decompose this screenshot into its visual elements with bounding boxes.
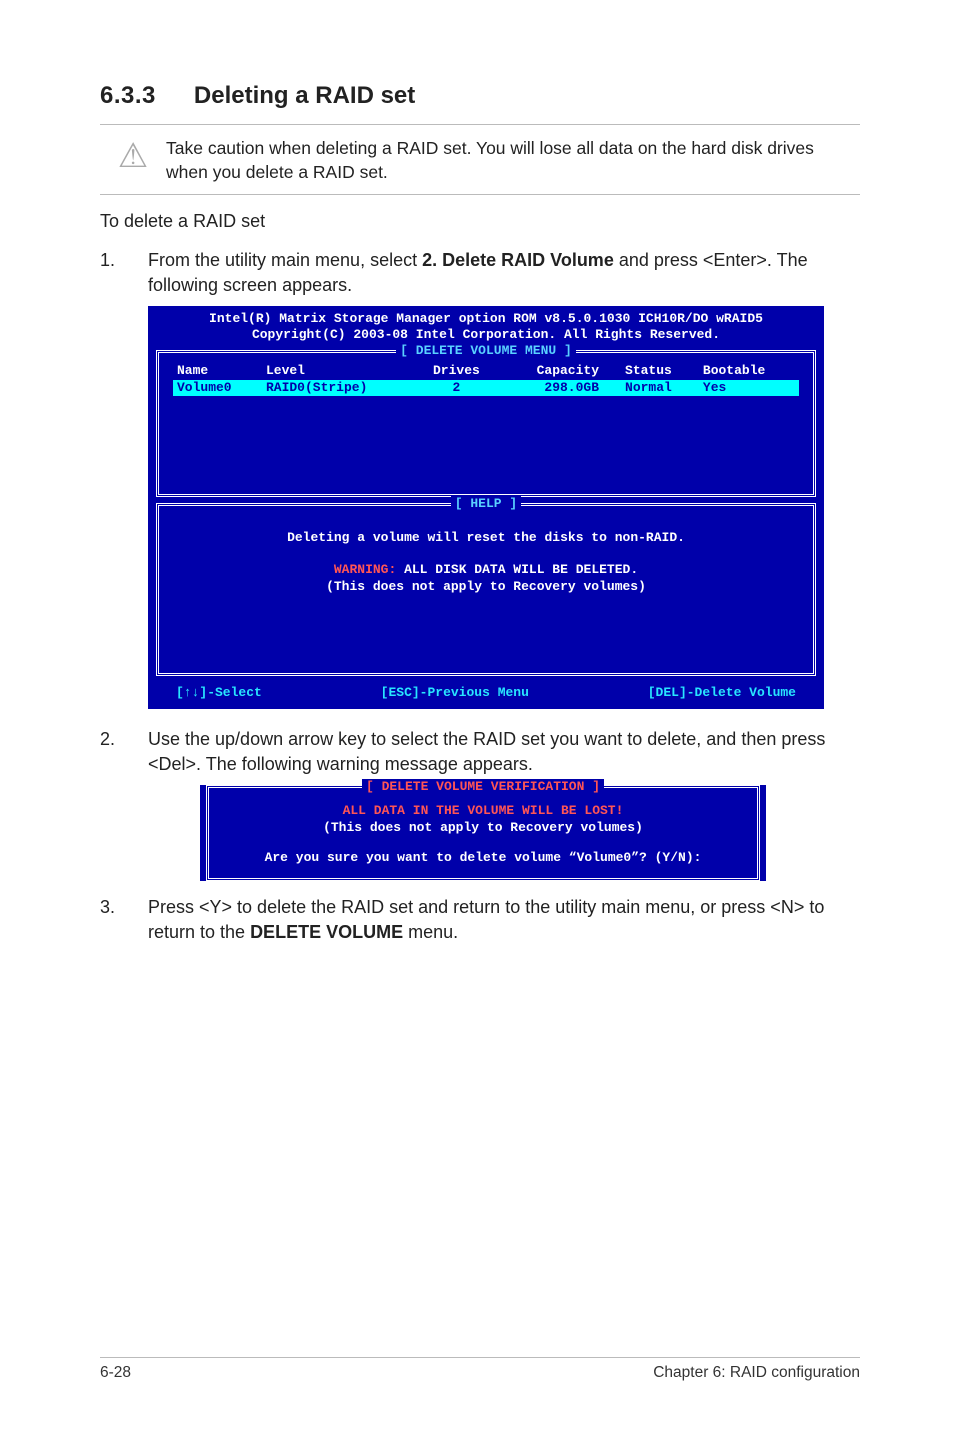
step-3-post: menu. [403, 922, 458, 942]
cell-name: Volume0 [173, 380, 262, 396]
step-3-text: Press <Y> to delete the RAID set and ret… [148, 895, 860, 945]
caution-icon-wrap: ⚠ [100, 135, 166, 177]
volume-row-selected[interactable]: Volume0 RAID0(Stripe) 2 298.0GB Normal Y… [173, 380, 799, 396]
help-line1: Deleting a volume will reset the disks t… [181, 530, 791, 546]
section-number: 6.3.3 [100, 82, 156, 110]
help-line3: (This does not apply to Recovery volumes… [181, 579, 791, 595]
step-3-number: 3. [100, 895, 148, 945]
dialog-lost-line: ALL DATA IN THE VOLUME WILL BE LOST! [221, 802, 745, 820]
col-level: Level [262, 363, 418, 379]
delete-volume-panel: [ DELETE VOLUME MENU ] Name Level Drives… [156, 350, 816, 497]
cell-capacity: 298.0GB [495, 380, 621, 396]
delete-verification-caption: [ DELETE VOLUME VERIFICATION ] [209, 778, 757, 796]
cell-status: Normal [621, 380, 699, 396]
bios-titlebar: Intel(R) Matrix Storage Manager option R… [148, 306, 824, 347]
col-status: Status [621, 363, 699, 379]
cell-bootable: Yes [699, 380, 799, 396]
dialog-question: Are you sure you want to delete volume “… [221, 849, 745, 867]
page-number: 6-28 [100, 1364, 131, 1382]
footer-prev: [ESC]-Previous Menu [381, 685, 529, 701]
volume-table: Name Level Drives Capacity Status Bootab… [173, 363, 799, 396]
step-2-text: Use the up/down arrow key to select the … [148, 727, 860, 777]
footer-select: [↑↓]-Select [176, 685, 262, 701]
footer-delete: [DEL]-Delete Volume [648, 685, 796, 701]
panel-spacer [173, 396, 799, 484]
col-drives: Drives [417, 363, 495, 379]
bios-screenshot: Intel(R) Matrix Storage Manager option R… [148, 306, 824, 709]
step-1: 1. From the utility main menu, select 2.… [100, 248, 860, 298]
cell-level: RAID0(Stripe) [262, 380, 418, 396]
delete-verification-dialog: [ DELETE VOLUME VERIFICATION ] ALL DATA … [200, 785, 766, 882]
dialog-recovery: (This does not apply to Recovery volumes… [221, 819, 745, 837]
step-1-bold: 2. Delete RAID Volume [422, 250, 614, 270]
col-capacity: Capacity [495, 363, 621, 379]
bios-title-line1: Intel(R) Matrix Storage Manager option R… [209, 311, 763, 326]
help-caption: [ HELP ] [159, 496, 813, 512]
help-spacer [173, 603, 799, 663]
bios-title-line2: Copyright(C) 2003-08 Intel Corporation. … [154, 327, 818, 343]
step-3: 3. Press <Y> to delete the RAID set and … [100, 895, 860, 945]
caution-icon: ⚠ [110, 135, 156, 177]
subheading: To delete a RAID set [100, 211, 860, 232]
step-2-number: 2. [100, 727, 148, 777]
step-1-number: 1. [100, 248, 148, 298]
step-1-text: From the utility main menu, select 2. De… [148, 248, 860, 298]
col-name: Name [173, 363, 262, 379]
caution-text: Take caution when deleting a RAID set. Y… [166, 135, 860, 184]
caution-callout: ⚠ Take caution when deleting a RAID set.… [100, 124, 860, 195]
help-text: Deleting a volume will reset the disks t… [173, 516, 799, 603]
step-1-pre: From the utility main menu, select [148, 250, 422, 270]
page-footer: 6-28 Chapter 6: RAID configuration [100, 1357, 860, 1382]
help-line2: WARNING: ALL DISK DATA WILL BE DELETED. [181, 562, 791, 578]
help-panel: [ HELP ] Deleting a volume will reset th… [156, 503, 816, 676]
cell-drives: 2 [417, 380, 495, 396]
col-bootable: Bootable [699, 363, 799, 379]
page: 6.3.3 Deleting a RAID set ⚠ Take caution… [0, 0, 954, 1438]
delete-verification-box: [ DELETE VOLUME VERIFICATION ] ALL DATA … [206, 785, 760, 882]
step-3-bold: DELETE VOLUME [250, 922, 403, 942]
bios-footer: [↑↓]-Select [ESC]-Previous Menu [DEL]-De… [148, 682, 824, 709]
step-2: 2. Use the up/down arrow key to select t… [100, 727, 860, 777]
help-warn-label: WARNING: [334, 562, 396, 577]
help-warn-rest: ALL DISK DATA WILL BE DELETED. [396, 562, 638, 577]
section-heading: 6.3.3 Deleting a RAID set [100, 82, 860, 110]
volume-header-row: Name Level Drives Capacity Status Bootab… [173, 363, 799, 379]
chapter-label: Chapter 6: RAID configuration [653, 1364, 860, 1382]
section-title: Deleting a RAID set [194, 82, 415, 110]
